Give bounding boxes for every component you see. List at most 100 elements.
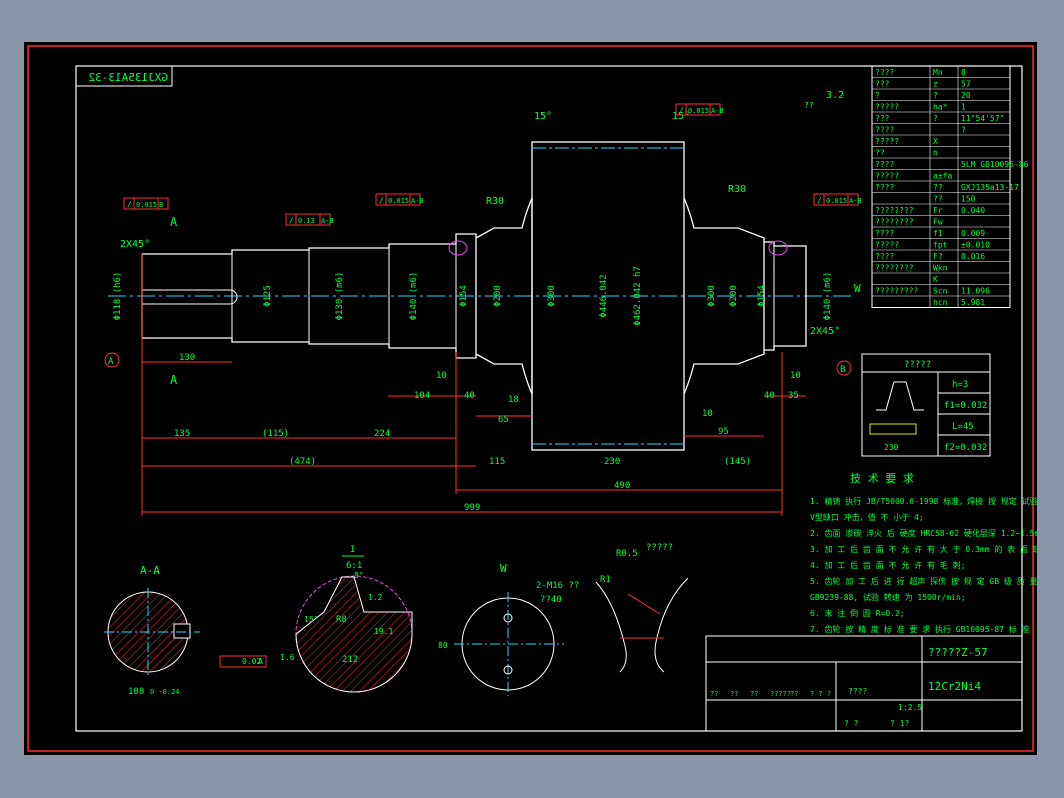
param-cell: ????????? [875,287,919,296]
tolerance-tag: / 0.015 B [123,197,169,210]
param-cell: ha* [933,103,948,112]
param-cell: 0.009 [961,229,985,238]
svg-text:A-B: A-B [321,217,334,225]
diameter-label: Φ462.042 h7 [633,266,643,326]
view-w-hole: 2-M16 ?? [536,581,579,591]
dim-10c: 10 [790,371,801,381]
dim-224: 224 [374,429,390,439]
dim-65: 65 [498,415,509,425]
svg-text:/: / [679,106,684,115]
chamfer-right: 2X45° [810,326,840,337]
param-cell: ?? [875,149,885,158]
tech-title: 技 术 要 求 [850,472,914,485]
keyway-end [229,289,238,305]
tb-scale: 1:2.5 [898,703,922,712]
dim-145: (145) [724,457,751,467]
diameter-label: Φ118 (h6) [113,272,123,321]
tooth-r1: R1 [600,575,611,585]
section-mark-top: A [170,215,178,229]
svg-text:/: / [127,200,132,209]
param-cell: ? [961,126,966,135]
svg-text:/: / [289,216,294,225]
section-aa-keyref: A [258,657,263,666]
tech-note: V型缺口 冲击，值 不 小于 4; [810,512,924,522]
param-cell: 20 [961,91,971,100]
dim-999: 999 [464,503,480,513]
dim-115p: (115) [262,429,289,439]
param-cell: ???????? [875,206,914,215]
diameter-label: Φ300 [547,285,557,307]
tech-note: 7. 齿轮 按 精 度 标 准 要 求 执行 GB10095-87 标 准 [810,624,1030,634]
tooth-title: ????? [646,543,673,553]
param-cell: ????? [875,103,899,112]
diameter-label: Φ140 (m6) [409,272,419,321]
param-cell: ???????? [875,264,914,273]
tooth-r05: R0.5 [616,549,638,559]
tech-note: 1. 精铸 执行 JB/T5000.6-1998 标准，焊接 按 规定 试验 做 [810,496,1037,506]
tooth-profile-sketch [876,381,924,411]
param-cell: a±fa [933,172,952,181]
title-block-mark: ? ? ? [810,690,831,698]
title-block-mark: ????? [770,690,791,698]
param-cell: ???? [875,160,894,169]
param-cell: ?? [933,195,943,204]
tolerance-tag: / 0.015 A-B [813,193,862,206]
svg-text:0.13: 0.13 [298,217,315,225]
tech-requirements: 技 术 要 求 1. 精铸 执行 JB/T5000.6-1998 标准，焊接 按… [810,472,1037,634]
param-cell: 0.040 [961,206,985,215]
tech-note: 2. 齿面 渗碳 淬火 后 硬度 HRC58-62 硬化层深 1.2~1.5mm… [810,528,1037,538]
detail-i: I 6:1 8° R8 1.2 19.1 212 15° 1.6 [280,545,413,693]
diameter-label: Φ154 [757,285,767,307]
dim-10b: 10 [702,409,713,419]
param-cell: 150 [961,195,976,204]
dim-474: (474) [289,457,316,467]
diameter-label: Φ140 (m6) [823,272,833,321]
title-block-mark: ?? [750,690,758,698]
param-cell: Mn [933,68,943,77]
tech-note: 3. 加 工 后 齿 面 不 允 许 有 大 于 0.3mm 的 表 面 缺 陷… [810,544,1037,554]
param-cell: Fr [933,206,943,215]
tooth-detail: ????? R0.5 R1 [595,543,689,673]
dim-490: 490 [614,481,630,491]
param-cell: 0.016 [961,252,985,261]
param-cell: ? [875,91,880,100]
param-cell: ? [933,114,938,123]
param-cell: ????? [875,241,899,250]
param-cell: ?? [933,183,943,192]
small-row-0: h=3 [952,380,968,390]
tolerance-tag: / 0.015 A-B [375,193,424,206]
detail-i-scale: 6:1 [346,561,362,571]
dim-40b: 40 [764,391,775,401]
diameter-label: Φ130 (m6) [335,272,345,321]
param-cell: Scn [933,287,948,296]
small-table: ????? h=3 f1=0.032 L=45 f2=0.032 230 [861,353,991,457]
diameter-label: Φ200 [493,285,503,307]
param-cell: 5LM GB10095-86 [961,160,1029,169]
param-cell: ? [933,91,938,100]
tech-note: 4. 加 工 后 齿 面 不 允 许 有 毛 刺; [810,560,965,570]
drawing-sheet: GXJ135A13-32 Φ118 (h6) Φ125 Φ130 (m6) Φ140 … [24,42,1037,755]
dim-115: 115 [489,457,505,467]
view-w-title: W [500,562,507,575]
diameter-label: Φ300 [707,285,717,307]
param-cell: f1 [933,229,943,238]
small-width-label: 230 [884,443,899,452]
param-cell: ???? [875,252,894,261]
dim-40: 40 [464,391,475,401]
tech-note: 6. 未 注 倒 圆 R=0.2; [810,608,905,618]
diameter-label: Φ125 [263,285,273,307]
tech-note: 5. 齿轮 加 工 后 进 行 超声 探伤 按 规 定 GB 级 质 量 验 收 [810,576,1037,586]
tb-material: 12Cr2Ni4 [928,680,981,693]
svg-text:A-B: A-B [849,197,862,205]
dim-135: 135 [174,429,190,439]
diameter-label: Φ154 [459,285,469,307]
section-aa-tol: 0 -0.24 [150,688,180,696]
param-cell: K [933,275,938,284]
diameter-label: Φ446.042 [599,274,609,317]
detail-i-title: I [350,545,355,555]
small-table-title: ????? [904,360,931,370]
svg-text:0.015: 0.015 [388,197,409,205]
dim-35: 35 [788,391,799,401]
small-row-2: L=45 [952,422,974,432]
dim-95: 95 [718,427,729,437]
